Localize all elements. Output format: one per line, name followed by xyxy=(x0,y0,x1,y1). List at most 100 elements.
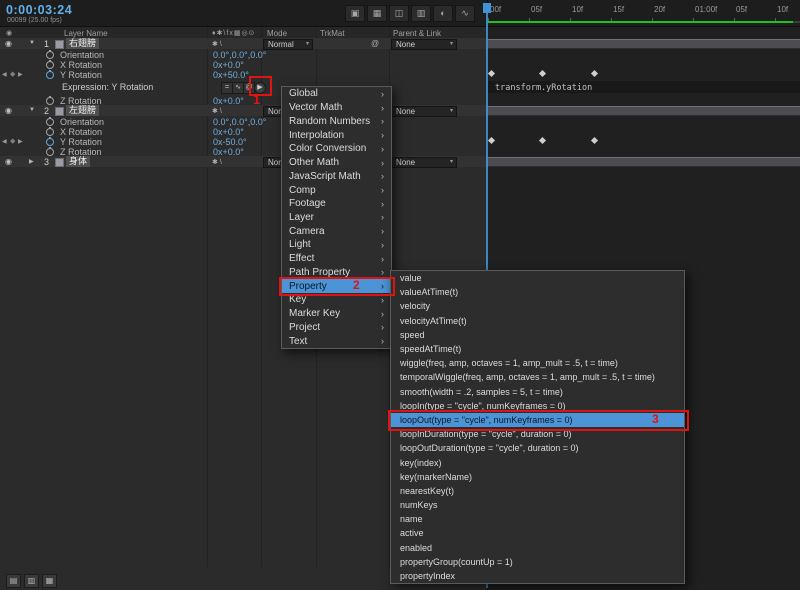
stopwatch-icon[interactable] xyxy=(46,117,54,126)
submenu-item[interactable]: propertyGroup(countUp = 1) xyxy=(391,555,684,569)
submenu-item[interactable]: propertyIndex xyxy=(391,569,684,583)
menu-item[interactable]: Color Conversion › xyxy=(282,142,391,156)
submenu-item[interactable]: key(markerName) xyxy=(391,470,684,484)
layer-name[interactable]: 右翅膀 xyxy=(66,38,100,49)
menu-item[interactable]: Camera › xyxy=(282,224,391,238)
menu-item[interactable]: Comp › xyxy=(282,183,391,197)
expand-inout-panes-icon[interactable]: ▦ xyxy=(42,574,57,588)
property-row[interactable]: Z Rotation 0x+0.0° xyxy=(0,146,800,157)
keyframe-diamond[interactable] xyxy=(590,136,599,145)
trkmat-header[interactable]: TrkMat xyxy=(320,29,345,38)
menu-item[interactable]: Interpolation › xyxy=(282,128,391,142)
submenu-item[interactable]: velocity xyxy=(391,299,684,313)
property-row[interactable]: Orientation 0.0°,0.0°,0.0° xyxy=(0,116,800,127)
layer-row[interactable]: ◉ ▼ 2 左翅膀 ✱\ Normal▾ @ None▾ xyxy=(0,105,800,117)
current-timecode[interactable]: 0:00:03:24 xyxy=(6,3,72,17)
hide-shy-layers-icon[interactable]: ◫ xyxy=(389,5,409,22)
mode-header[interactable]: Mode xyxy=(267,29,287,38)
layer-duration-bar[interactable] xyxy=(487,157,800,167)
visibility-eye-icon[interactable]: ◉ xyxy=(5,106,12,115)
submenu-item[interactable]: smooth(width = .2, samples = 5, t = time… xyxy=(391,385,684,399)
menu-item[interactable]: Layer › xyxy=(282,211,391,225)
submenu-item[interactable]: value xyxy=(391,271,684,285)
parent-link-dropdown[interactable]: None ▾ xyxy=(391,157,457,168)
submenu-item[interactable]: key(index) xyxy=(391,455,684,469)
keyframe-diamond[interactable] xyxy=(590,69,599,78)
visibility-eye-icon[interactable]: ◉ xyxy=(5,39,12,48)
time-ruler[interactable]: 00f05f10f15f20f01:00f05f10f15f20f xyxy=(487,3,800,23)
submenu-item[interactable]: velocityAtTime(t) xyxy=(391,314,684,328)
stopwatch-active-icon[interactable] xyxy=(46,70,54,79)
submenu-item[interactable]: name xyxy=(391,512,684,526)
graph-editor-icon[interactable]: ∿ xyxy=(455,5,475,22)
expand-layer-switches-icon[interactable]: ▤ xyxy=(6,574,21,588)
next-keyframe-icon[interactable]: ▶ xyxy=(18,138,23,145)
layer-row[interactable]: ◉ ▶ 3 身体 ✱\ Normal▾ @ None▾ xyxy=(0,156,800,168)
submenu-item[interactable]: wiggle(freq, amp, octaves = 1, amp_mult … xyxy=(391,356,684,370)
stopwatch-icon[interactable] xyxy=(46,60,54,69)
twirl-open-icon[interactable]: ▼ xyxy=(29,40,35,46)
submenu-item[interactable]: speedAtTime(t) xyxy=(391,342,684,356)
keyframe-diamond[interactable] xyxy=(538,136,547,145)
layer-name[interactable]: 身体 xyxy=(66,156,91,167)
submenu-item[interactable]: speed xyxy=(391,328,684,342)
menu-item[interactable]: Other Math › xyxy=(282,156,391,170)
twirl-open-icon[interactable]: ▼ xyxy=(29,107,35,113)
layer-duration-bar[interactable] xyxy=(487,39,800,49)
layer-switches-icons[interactable]: ✱\ xyxy=(212,107,224,115)
visibility-eye-icon[interactable]: ◉ xyxy=(5,157,12,166)
menu-item[interactable]: Text › xyxy=(282,334,391,348)
submenu-item[interactable]: enabled xyxy=(391,541,684,555)
menu-item[interactable]: Random Numbers › xyxy=(282,114,391,128)
add-keyframe-icon[interactable]: ◆ xyxy=(10,137,15,145)
layer-row[interactable]: ◉ ▼ 1 右翅膀 ✱\ Normal ▾ @ None ▾ xyxy=(0,38,800,50)
property-row[interactable]: Orientation 0.0°,0.0°,0.0° xyxy=(0,49,800,60)
draft-3d-icon[interactable]: ▦ xyxy=(367,5,387,22)
next-keyframe-icon[interactable]: ▶ xyxy=(18,71,23,78)
layer-name-header[interactable]: Layer Name xyxy=(64,29,108,38)
menu-item[interactable]: Project › xyxy=(282,320,391,334)
stopwatch-icon[interactable] xyxy=(46,50,54,59)
menu-item[interactable]: Effect › xyxy=(282,252,391,266)
layer-name[interactable]: 左翅膀 xyxy=(66,105,100,116)
property-row[interactable]: X Rotation 0x+0.0° xyxy=(0,126,800,137)
keyframe-diamond[interactable] xyxy=(538,69,547,78)
stopwatch-icon[interactable] xyxy=(46,127,54,136)
expand-transfer-controls-icon[interactable]: ▥ xyxy=(24,574,39,588)
motion-blur-icon[interactable]: ◐ xyxy=(433,5,453,22)
comp-mini-flowchart-icon[interactable]: ▣ xyxy=(345,5,365,22)
stopwatch-active-icon[interactable] xyxy=(46,137,54,146)
stopwatch-icon[interactable] xyxy=(46,147,54,156)
prev-keyframe-icon[interactable]: ◀ xyxy=(2,138,7,145)
twirl-closed-icon[interactable]: ▶ xyxy=(29,158,34,165)
layer-duration-bar[interactable] xyxy=(487,106,800,116)
prev-keyframe-icon[interactable]: ◀ xyxy=(2,71,7,78)
parent-link-header[interactable]: Parent & Link xyxy=(393,29,441,38)
property-row-y-rotation[interactable]: ◀ ◆ ▶ Y Rotation 0x-50.0° xyxy=(0,136,800,147)
stopwatch-icon[interactable] xyxy=(46,96,54,105)
expression-code[interactable]: transform.yRotation xyxy=(495,83,592,93)
submenu-item[interactable]: loopOutDuration(type = "cycle", duration… xyxy=(391,441,684,455)
submenu-item[interactable]: active xyxy=(391,526,684,540)
keyframe-diamond[interactable] xyxy=(487,136,496,145)
property-row[interactable]: X Rotation 0x+0.0° xyxy=(0,59,800,70)
parent-pickwhip-icon[interactable]: @ xyxy=(371,39,379,48)
menu-item[interactable]: Vector Math › xyxy=(282,101,391,115)
keyframe-diamond[interactable] xyxy=(487,69,496,78)
property-row[interactable]: Z Rotation 0x+0.0° xyxy=(0,95,800,106)
menu-item[interactable]: Light › xyxy=(282,238,391,252)
menu-item[interactable]: JavaScript Math › xyxy=(282,169,391,183)
submenu-item[interactable]: valueAtTime(t) xyxy=(391,285,684,299)
property-row-y-rotation[interactable]: ◀ ◆ ▶ Y Rotation 0x+50.0° xyxy=(0,69,800,80)
menu-item[interactable]: Marker Key › xyxy=(282,307,391,321)
submenu-item[interactable]: nearestKey(t) xyxy=(391,484,684,498)
menu-item[interactable]: Global › xyxy=(282,87,391,101)
submenu-item[interactable]: temporalWiggle(freq, amp, octaves = 1, a… xyxy=(391,370,684,384)
layer-switches-icons[interactable]: ✱\ xyxy=(212,40,224,48)
expression-row[interactable]: Expression: Y Rotation = ∿ @ ▶ transform… xyxy=(0,79,800,95)
menu-item[interactable]: Footage › xyxy=(282,197,391,211)
expression-field[interactable]: transform.yRotation xyxy=(487,81,800,93)
frame-blending-icon[interactable]: ▥ xyxy=(411,5,431,22)
add-keyframe-icon[interactable]: ◆ xyxy=(10,70,15,78)
layer-switches-icons[interactable]: ✱\ xyxy=(212,158,224,166)
